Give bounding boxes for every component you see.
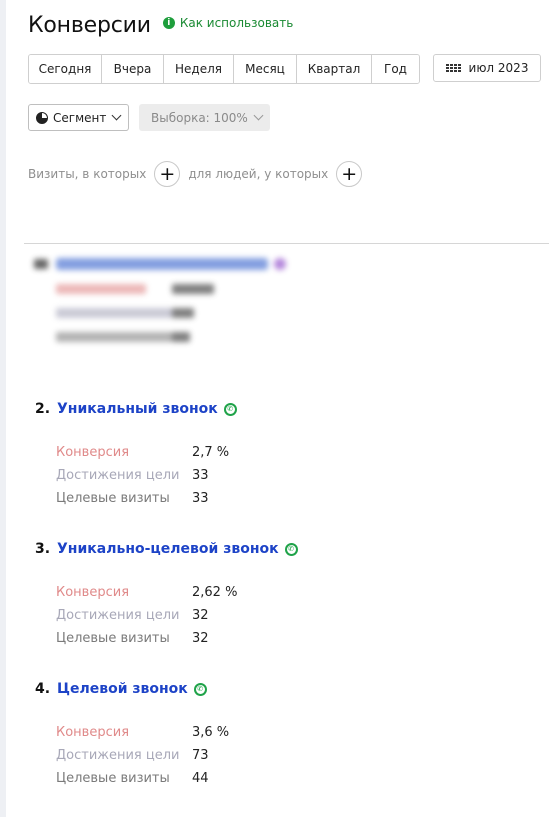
conversion-label: Конверсия [56,445,130,460]
conversion-label: Конверсия [56,585,130,600]
add-visit-condition-button[interactable]: + [154,161,181,187]
how-to-use-link[interactable]: i Как использовать [162,16,294,30]
left-edge-strip [0,0,6,817]
conversion-value: 2,62 % [192,585,238,600]
goal-achievements-value: 33 [192,468,209,483]
goal-card: 4. Целевой звонок ✆ Конверсия 3,6 % Дости… [35,679,229,790]
people-filter-label: для людей, у которых [188,167,329,181]
how-to-use-label: Как использовать [179,16,294,30]
period-yesterday-button[interactable]: Вчера [102,55,164,83]
sample-label: Выборка: 100% [151,110,248,125]
segment-dropdown[interactable]: Сегмент [28,104,129,131]
target-visits-label: Целевые визиты [56,491,170,506]
phone-call-icon: ✆ [284,542,298,556]
pie-chart-icon [36,111,48,124]
phone-call-icon: ✆ [223,402,237,416]
date-range-button[interactable]: июл 2023 [433,54,541,82]
calendar-icon [445,64,461,72]
goal-number: 2. [35,401,51,417]
goal-achievements-value: 73 [192,748,209,763]
goal-name-link[interactable]: Целевой звонок [57,681,188,697]
chevron-down-icon [253,110,264,121]
target-visits-label: Целевые визиты [56,631,170,646]
sample-dropdown[interactable]: Выборка: 100% [139,104,270,131]
target-visits-value: 44 [192,771,209,786]
goal-achievements-label: Достижения цели [56,608,180,623]
target-visits-value: 32 [192,631,209,646]
goal-achievements-value: 32 [192,608,209,623]
goal-number: 4. [35,681,51,697]
goal-name-link[interactable]: Уникальный звонок [57,401,218,417]
goal-number: 3. [35,541,51,557]
goal-name-link[interactable]: Уникально-целевой звонок [57,541,279,557]
section-divider [24,243,549,244]
period-month-button[interactable]: Месяц [234,55,297,83]
goal-card: 2. Уникальный звонок ✆ Конверсия 2,7 % До… [35,399,237,510]
page-title: Конверсии [28,12,151,38]
title-row: Конверсии i Как использовать [28,8,293,42]
goal-achievements-label: Достижения цели [56,468,180,483]
period-quarter-button[interactable]: Квартал [297,55,372,83]
chevron-down-icon [111,110,122,121]
conversion-label: Конверсия [56,725,130,740]
info-icon: i [162,17,175,29]
goal-achievements-label: Достижения цели [56,748,180,763]
conversion-value: 3,6 % [192,725,230,740]
phone-call-icon: ✆ [193,682,207,696]
conversion-value: 2,7 % [192,445,230,460]
segment-label: Сегмент [53,110,107,125]
add-people-condition-button[interactable]: + [336,161,363,187]
blurred-goal-card [34,258,294,368]
period-year-button[interactable]: Год [372,55,419,83]
segment-filter-row: Визиты, в которых + для людей, у которых… [28,160,370,188]
period-week-button[interactable]: Неделя [164,55,234,83]
visits-filter-label: Визиты, в которых [28,167,147,181]
goal-card: 3. Уникально-целевой звонок ✆ Конверсия 2… [35,539,298,650]
target-visits-value: 33 [192,491,209,506]
target-visits-label: Целевые визиты [56,771,170,786]
period-today-button[interactable]: Сегодня [29,55,102,83]
period-selector: Сегодня Вчера Неделя Месяц Квартал Год [28,54,420,84]
date-range-label: июл 2023 [468,61,529,75]
